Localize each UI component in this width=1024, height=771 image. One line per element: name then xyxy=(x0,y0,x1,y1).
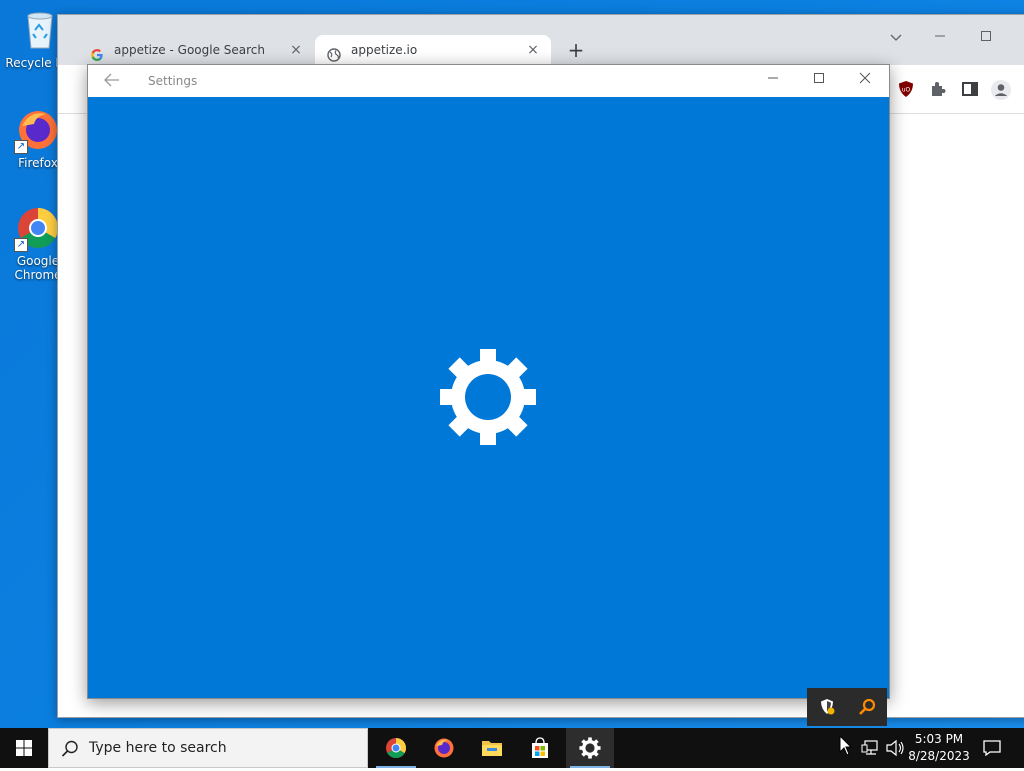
minimize-icon[interactable] xyxy=(758,71,788,91)
shortcut-arrow-icon: ↗ xyxy=(14,140,28,154)
firefox-icon: ↗ xyxy=(14,108,60,154)
tab-appetize[interactable]: appetize.io × xyxy=(315,35,551,65)
security-shield-icon[interactable] xyxy=(817,697,837,717)
taskbar-search-box[interactable]: Type here to search xyxy=(48,728,368,768)
store-icon xyxy=(529,737,551,759)
notification-center-icon[interactable] xyxy=(982,738,1002,758)
tab-google-search[interactable]: appetize - Google Search × xyxy=(68,35,314,65)
tab-title: appetize.io xyxy=(351,43,418,57)
maximize-icon[interactable] xyxy=(804,71,834,91)
file-explorer-icon xyxy=(481,737,503,759)
svg-text:uO: uO xyxy=(902,87,911,94)
taskbar-app-file-explorer[interactable] xyxy=(468,728,516,768)
settings-window: Settings xyxy=(87,64,890,699)
volume-icon[interactable] xyxy=(884,728,906,768)
new-tab-button[interactable]: + xyxy=(566,40,586,61)
taskbar-app-store[interactable] xyxy=(516,728,564,768)
ublock-icon[interactable]: uO xyxy=(896,79,916,99)
clock-date: 8/28/2023 xyxy=(908,749,970,763)
desktop: Recycle Bin ↗ Firefox ↗ Google Chrome ap… xyxy=(0,0,1024,728)
tab-close-icon[interactable]: × xyxy=(288,35,304,65)
taskbar-clock[interactable]: 5:03 PM 8/28/2023 xyxy=(905,731,973,765)
extensions-puzzle-icon[interactable] xyxy=(928,79,948,99)
shortcut-arrow-icon: ↗ xyxy=(14,238,28,252)
recycle-bin-icon xyxy=(18,8,62,52)
network-icon[interactable] xyxy=(860,728,882,768)
hidden-icons-tray-popup xyxy=(807,688,887,726)
side-panel-icon[interactable] xyxy=(960,79,980,99)
minimize-icon[interactable] xyxy=(924,29,956,49)
tab-strip: appetize - Google Search × appetize.io ×… xyxy=(58,15,1024,65)
search-placeholder: Type here to search xyxy=(89,740,227,756)
settings-window-title: Settings xyxy=(148,74,198,88)
settings-title-bar: Settings xyxy=(88,65,889,97)
globe-icon xyxy=(327,43,341,62)
google-icon xyxy=(90,43,104,61)
start-button[interactable] xyxy=(0,728,48,768)
search-icon xyxy=(61,740,79,758)
chrome-icon: ↗ xyxy=(14,206,60,252)
close-icon[interactable] xyxy=(850,71,880,91)
taskbar-app-firefox[interactable] xyxy=(420,728,468,768)
profile-avatar-icon[interactable] xyxy=(990,79,1011,100)
magnifier-tool-icon[interactable] xyxy=(857,697,877,717)
tab-search-chevron-icon[interactable] xyxy=(880,29,912,49)
tab-title: appetize - Google Search xyxy=(114,43,266,57)
firefox-icon xyxy=(433,737,455,759)
taskbar-app-chrome[interactable] xyxy=(372,728,420,768)
mouse-cursor-icon xyxy=(836,728,856,768)
maximize-icon[interactable] xyxy=(970,29,1002,49)
settings-icon xyxy=(579,737,601,759)
taskbar-app-settings[interactable] xyxy=(566,728,614,768)
chrome-icon xyxy=(385,737,407,759)
gear-icon xyxy=(440,349,536,445)
back-arrow-icon[interactable] xyxy=(104,73,122,89)
tab-close-icon[interactable]: × xyxy=(525,35,541,65)
taskbar: Type here to search 5:03 PM 8/28/2023 xyxy=(0,728,1024,768)
clock-time: 5:03 PM xyxy=(914,732,964,746)
